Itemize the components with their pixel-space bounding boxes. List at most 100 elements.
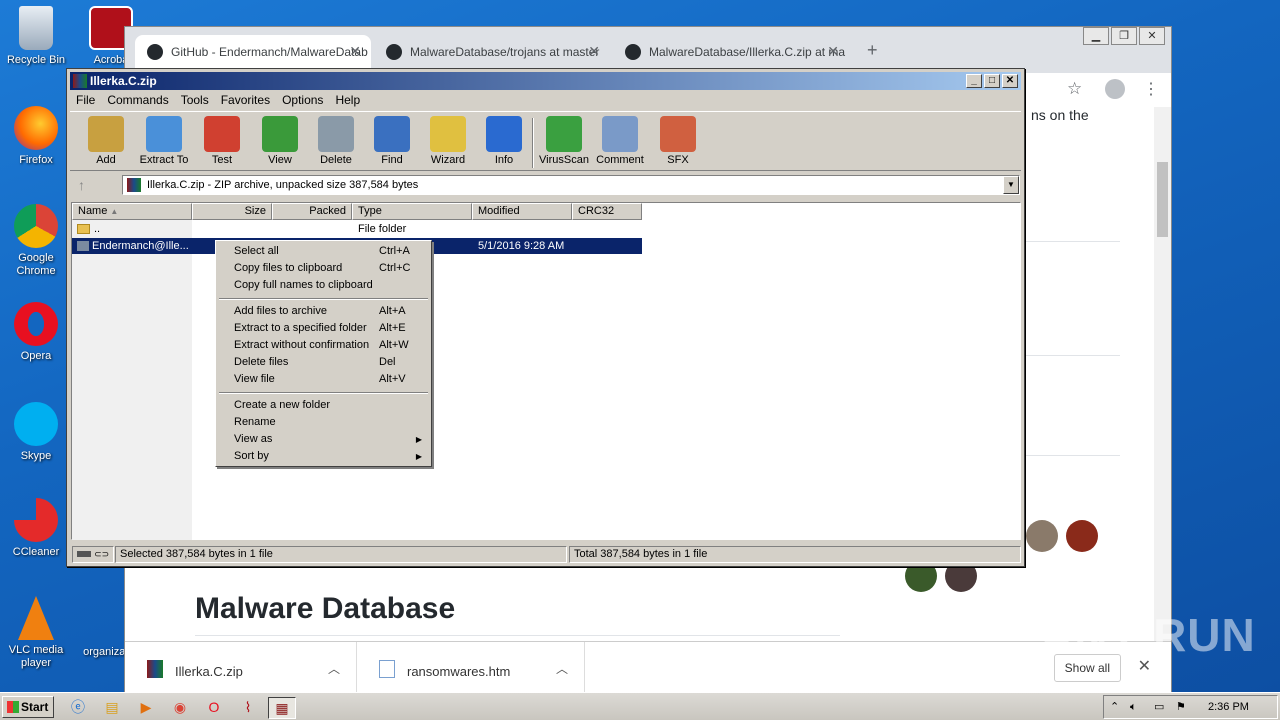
action-center-flag-icon[interactable]: ⚑ (1176, 696, 1186, 718)
download-name: ransomwares.htm (407, 664, 511, 679)
menu-item-view-as[interactable]: View as ▶ (219, 431, 428, 448)
column-header-crc32[interactable]: CRC32 (572, 203, 642, 220)
close-tab-icon[interactable]: ✕ (349, 43, 361, 60)
menu-item-select-all[interactable]: Select all Ctrl+A (219, 243, 428, 260)
minimize-button[interactable]: _ (966, 74, 982, 88)
column-header-packed[interactable]: Packed (272, 203, 352, 220)
winrar-window-controls: _ □ ✕ (964, 74, 1018, 88)
close-tab-icon[interactable]: ✕ (588, 43, 600, 60)
chrome-tab-trojans[interactable]: MalwareDatabase/trojans at master ✕ (374, 35, 610, 69)
scrollbar-thumb[interactable] (1157, 162, 1168, 237)
clock[interactable]: 2:36 PM (1208, 696, 1249, 718)
desktop-icon-chrome[interactable]: Google Chrome (1, 204, 71, 278)
chrome-tab-github[interactable]: GitHub - Endermanch/MalwareDatab ✕ (135, 35, 371, 69)
chevron-up-icon[interactable]: ︿ (328, 660, 340, 677)
toolbar-button-delete[interactable]: Delete (308, 116, 364, 166)
contributor-avatar[interactable] (1026, 520, 1058, 552)
menu-item-rename[interactable]: Rename (219, 414, 428, 431)
toolbar-button-virusscan[interactable]: VirusScan (536, 116, 592, 166)
column-header-modified[interactable]: Modified (472, 203, 572, 220)
desktop-icon-ccleaner[interactable]: CCleaner (1, 498, 71, 559)
menu-item-add-files-to-archive[interactable]: Add files to archive Alt+A (219, 303, 428, 320)
menu-item-copy-files-to-clipboard[interactable]: Copy files to clipboard Ctrl+C (219, 260, 428, 277)
toolbar-button-comment[interactable]: Comment (592, 116, 648, 166)
menu-item-sort-by[interactable]: Sort by ▶ (219, 448, 428, 465)
acrobat-taskbar-icon[interactable]: ⌇ (234, 697, 262, 719)
magnifier-icon (374, 116, 410, 152)
minimize-button[interactable]: ▁ (1083, 27, 1109, 45)
toolbar-button-sfx[interactable]: SFX (650, 116, 706, 166)
toolbar-button-find[interactable]: Find (364, 116, 420, 166)
menu-file[interactable]: File (70, 91, 101, 109)
ie-taskbar-icon[interactable]: ⓔ (64, 697, 92, 719)
close-button[interactable]: ✕ (1002, 74, 1018, 88)
table-row[interactable]: .. File folder (72, 221, 642, 237)
tray-expand-icon[interactable]: ⌃ (1110, 696, 1119, 718)
maximize-button[interactable]: ❐ (1111, 27, 1137, 45)
status-bar: ⊂⊃ Selected 387,584 bytes in 1 file Tota… (70, 544, 1021, 564)
dropdown-arrow-icon[interactable]: ▼ (1003, 176, 1019, 194)
desktop-icon-vlc[interactable]: VLC media player (1, 596, 71, 670)
chrome-menu-icon[interactable]: ⋮ (1143, 79, 1159, 99)
toolbar-button-extract-to[interactable]: Extract To (136, 116, 192, 166)
winrar-titlebar[interactable]: Illerka.C.zip _ □ ✕ (70, 72, 1021, 90)
system-tray: ⌃ 🔈︎ ▭ ⚑ 2:36 PM (1103, 695, 1278, 719)
column-header-size[interactable]: Size (192, 203, 272, 220)
start-button[interactable]: Start (2, 696, 54, 718)
column-header-name[interactable]: Name ▲ (72, 203, 192, 220)
desktop-icon-firefox[interactable]: Firefox (1, 106, 71, 167)
menu-item-delete-files[interactable]: Delete files Del (219, 354, 428, 371)
menu-favorites[interactable]: Favorites (215, 91, 276, 109)
download-item[interactable]: Illerka.C.zip ︿ (125, 642, 357, 694)
bookmark-star-icon[interactable]: ☆ (1067, 79, 1082, 99)
maximize-button[interactable]: □ (984, 74, 1000, 88)
chevron-up-icon[interactable]: ︿ (556, 660, 568, 677)
toolbar-button-add[interactable]: Add (78, 116, 134, 166)
toolbar-button-test[interactable]: Test (194, 116, 250, 166)
page-scrollbar[interactable] (1154, 107, 1171, 641)
add-icon (88, 116, 124, 152)
desktop-icon-skype[interactable]: Skype (1, 402, 71, 463)
download-item[interactable]: ransomwares.htm ︿ (357, 642, 585, 694)
tab-label: GitHub - Endermanch/MalwareDatab (171, 45, 368, 59)
contributor-avatar[interactable] (1066, 520, 1098, 552)
profile-avatar-icon[interactable] (1105, 79, 1125, 99)
column-header-type[interactable]: Type (352, 203, 472, 220)
html-file-icon (379, 660, 395, 678)
menu-item-create-a-new-folder[interactable]: Create a new folder (219, 397, 428, 414)
menu-commands[interactable]: Commands (101, 91, 174, 109)
new-tab-button[interactable]: + (867, 40, 878, 61)
menu-tools[interactable]: Tools (175, 91, 215, 109)
network-icon[interactable]: ▭ (1154, 696, 1164, 718)
menu-item-extract-to-a-specified-folder[interactable]: Extract to a specified folder Alt+E (219, 320, 428, 337)
toolbar-button-wizard[interactable]: Wizard (420, 116, 476, 166)
chrome-taskbar-icon[interactable]: ◉ (166, 697, 194, 719)
volume-icon[interactable]: 🔈︎ (1130, 696, 1137, 718)
toolbar-button-view[interactable]: View (252, 116, 308, 166)
window-title: Illerka.C.zip (90, 74, 157, 88)
close-window-button[interactable]: ✕ (1139, 27, 1165, 45)
up-arrow-icon[interactable]: ↑ (78, 177, 85, 193)
menu-item-extract-without-confirmation[interactable]: Extract without confirmation Alt+W (219, 337, 428, 354)
page-text-fragment: ns on the (1031, 107, 1089, 123)
menu-item-shortcut: Alt+E (379, 322, 406, 334)
archive-path-field[interactable]: Illerka.C.zip - ZIP archive, unpacked si… (122, 175, 1020, 195)
menu-bar: File Commands Tools Favorites Options He… (70, 91, 366, 109)
toolbar-button-info[interactable]: Info (476, 116, 532, 166)
toolbar-button-label: Wizard (430, 154, 466, 166)
winrar-window: Illerka.C.zip _ □ ✕ File Commands Tools … (66, 68, 1025, 567)
explorer-taskbar-icon[interactable]: ▤ (98, 697, 126, 719)
file-list: Name ▲ Size Packed Type Modified CRC32 .… (71, 202, 1021, 540)
desktop-icon-opera[interactable]: Opera (1, 302, 71, 363)
menu-item-copy-full-names-to-clipboard[interactable]: Copy full names to clipboard (219, 277, 428, 294)
menu-options[interactable]: Options (276, 91, 329, 109)
menu-help[interactable]: Help (329, 91, 366, 109)
opera-taskbar-icon[interactable]: O (200, 697, 228, 719)
winrar-taskbar-icon[interactable]: ▦ (268, 697, 296, 719)
desktop-icon-recycle-bin[interactable]: Recycle Bin (1, 6, 71, 67)
menu-item-view-file[interactable]: View file Alt+V (219, 371, 428, 388)
chrome-tab-illerka[interactable]: MalwareDatabase/Illerka.C.zip at ma ✕ (613, 35, 849, 69)
close-tab-icon[interactable]: ✕ (827, 43, 839, 60)
media-player-taskbar-icon[interactable]: ▶ (132, 697, 160, 719)
menu-item-label: Add files to archive (234, 305, 327, 317)
